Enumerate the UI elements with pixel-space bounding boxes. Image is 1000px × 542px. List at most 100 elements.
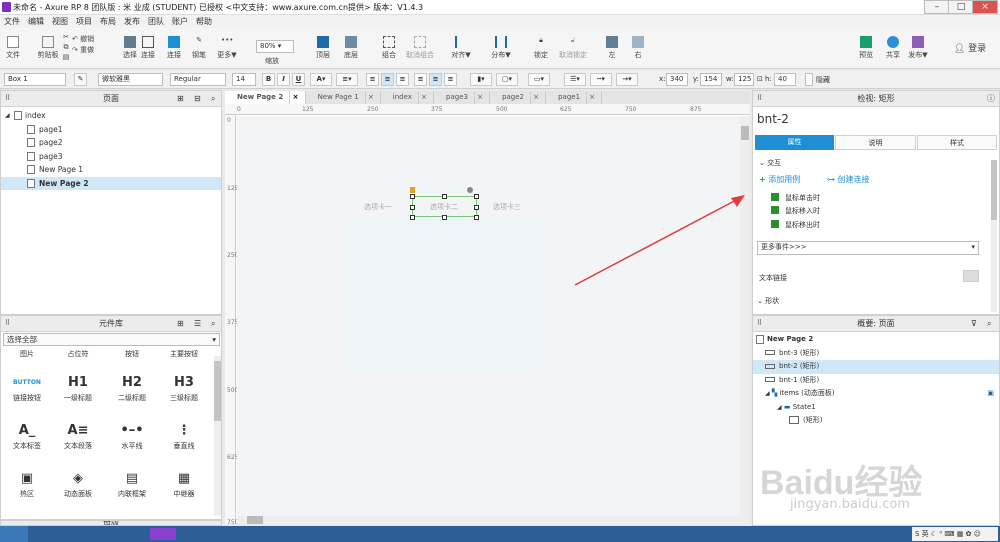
preview-button[interactable]: 预览 xyxy=(856,36,876,60)
outline-item-rect[interactable]: (矩形) xyxy=(753,414,999,428)
left-panel-button[interactable]: 左 xyxy=(604,36,620,60)
library-item-10[interactable]: ▤ 内联框架 xyxy=(112,469,152,499)
lock-button[interactable]: 🔒︎ 锁定 xyxy=(530,36,552,60)
menu-account[interactable]: 账户 xyxy=(168,15,192,28)
outline-item-bnt-3[interactable]: bnt-3 (矩形) xyxy=(753,347,999,361)
widget-name[interactable]: bnt-2 xyxy=(757,112,789,126)
tree-item-index[interactable]: ◢ index xyxy=(1,109,221,123)
pen-tool-button[interactable]: ✎ 钢笔 xyxy=(190,36,208,60)
clipboard-button[interactable]: 剪贴板 xyxy=(36,36,60,60)
shadow-button[interactable]: ▢▾ xyxy=(496,73,518,86)
tree-item-page1[interactable]: page1 xyxy=(1,123,221,137)
tab-button-2-selected[interactable]: 选项卡二 xyxy=(412,196,477,217)
resize-handle[interactable] xyxy=(474,215,479,220)
library-item-11[interactable]: ▦ 中继器 xyxy=(164,469,204,499)
outline-item-bnt-2[interactable]: bnt-2 (矩形) xyxy=(753,360,999,374)
undo-button[interactable]: ↶ 撤销 xyxy=(72,34,100,44)
connect-tool-button[interactable]: 连接 xyxy=(139,36,157,60)
copy-icon[interactable]: ⧉ xyxy=(62,43,70,52)
info-icon[interactable]: ⓘ xyxy=(987,91,995,106)
event-on-click[interactable]: 鼠标单击时 xyxy=(771,193,820,203)
valign-top-button[interactable]: ≡ xyxy=(414,73,427,86)
panel-state-icon[interactable]: ▣ xyxy=(987,387,994,400)
tab-new-page-1[interactable]: New Page 1 × xyxy=(306,91,381,104)
library-scrollbar[interactable] xyxy=(214,356,221,516)
tab-index[interactable]: index × xyxy=(381,91,435,104)
collapse-icon[interactable]: ◢ xyxy=(777,404,782,411)
bold-button[interactable]: B xyxy=(262,73,275,86)
vertical-scrollbar[interactable] xyxy=(740,116,750,524)
line-style-button[interactable]: ┅▾ xyxy=(590,73,612,86)
maximize-button[interactable]: □ xyxy=(948,0,974,14)
design-canvas[interactable]: 0 125 250 375 500 625 750 875 0 125 250 … xyxy=(225,104,750,526)
italic-button[interactable]: I xyxy=(277,73,290,86)
file-button[interactable]: 文件 xyxy=(4,36,22,60)
tab-properties[interactable]: 属性 xyxy=(755,135,834,150)
redo-button[interactable]: ↷ 重做 xyxy=(72,45,100,55)
collapse-icon[interactable]: ◢ xyxy=(765,390,770,397)
library-item-image[interactable]: 图片 xyxy=(7,349,47,359)
font-size-select[interactable]: 14 xyxy=(232,73,256,86)
library-item-button[interactable]: 按钮 xyxy=(112,349,152,359)
underline-button[interactable]: U xyxy=(292,73,305,86)
fill-color-button[interactable]: ▮▾ xyxy=(470,73,492,86)
menu-project[interactable]: 项目 xyxy=(72,15,96,28)
share-button[interactable]: 共享 xyxy=(883,36,903,60)
more-tools-button[interactable]: ••• 更多▼ xyxy=(215,36,239,60)
right-panel-button[interactable]: 右 xyxy=(630,36,646,60)
y-input[interactable]: 154 xyxy=(700,73,722,86)
start-button[interactable] xyxy=(0,526,28,542)
tree-item-page2[interactable]: page2 xyxy=(1,136,221,150)
resize-handle[interactable] xyxy=(442,215,447,220)
tab-button-3[interactable]: 选项卡三 xyxy=(493,202,521,212)
ime-toolbar[interactable]: S 英 ☾ ⁰ ⌨ ▦ ✿ ☺ xyxy=(912,527,998,541)
library-item-9[interactable]: ◈ 动态面板 xyxy=(58,469,98,499)
taskbar-app-icon[interactable] xyxy=(150,528,176,540)
rotate-handle[interactable] xyxy=(467,187,473,193)
ungroup-button[interactable]: 取消组合 xyxy=(402,36,438,60)
cut-icon[interactable]: ✂ xyxy=(62,33,70,41)
menu-edit[interactable]: 编辑 xyxy=(24,15,48,28)
menu-view[interactable]: 视图 xyxy=(48,15,72,28)
align-left-button[interactable]: ≡ xyxy=(366,73,379,86)
library-add-icon[interactable]: ⊞ xyxy=(177,316,184,331)
send-to-bottom-button[interactable]: 底层 xyxy=(340,36,362,60)
outline-item-items[interactable]: ◢ ▚ items (动态面板) ▣ xyxy=(753,387,999,401)
menu-layout[interactable]: 布局 xyxy=(96,15,120,28)
more-events-select[interactable]: 更多事件>>> ▾ xyxy=(757,241,979,255)
bring-to-top-button[interactable]: 顶层 xyxy=(312,36,334,60)
list-button[interactable]: ≡▾ xyxy=(336,73,358,86)
valign-bottom-button[interactable]: ≡ xyxy=(444,73,457,86)
paste-icon[interactable]: ▤ xyxy=(62,53,70,61)
library-item-3[interactable]: H3 三级标题 xyxy=(164,373,204,403)
connect-button[interactable]: 连接 xyxy=(165,36,183,60)
add-page-icon[interactable]: ⊞ xyxy=(177,91,184,106)
menu-publish[interactable]: 发布 xyxy=(120,15,144,28)
event-on-mouse-enter[interactable]: 鼠标移入时 xyxy=(771,206,820,216)
search-icon[interactable]: ⌕ xyxy=(211,91,215,106)
library-item-5[interactable]: A≡ 文本段落 xyxy=(58,421,98,451)
menu-file[interactable]: 文件 xyxy=(0,15,24,28)
style-edit-icon[interactable]: ✎ xyxy=(74,73,87,86)
library-item-6[interactable]: •–• 水平线 xyxy=(112,421,152,451)
valign-middle-button[interactable]: ≡ xyxy=(429,73,442,86)
unlock-button[interactable]: 🔓︎ 取消锁定 xyxy=(556,36,590,60)
resize-handle[interactable] xyxy=(442,194,447,199)
font-color-button[interactable]: A▾ xyxy=(310,73,332,86)
create-link-link[interactable]: ⊶ 创建连接 xyxy=(827,174,870,185)
library-item-placeholder[interactable]: 占位符 xyxy=(58,349,98,359)
text-link-button[interactable] xyxy=(963,270,979,282)
tab-page2[interactable]: page2 × xyxy=(490,91,547,104)
tab-style[interactable]: 样式 xyxy=(917,135,997,150)
library-item-8[interactable]: ▣ 热区 xyxy=(7,469,47,499)
tree-item-new-page-2[interactable]: New Page 2 xyxy=(1,176,221,190)
arrow-style-button[interactable]: →▾ xyxy=(616,73,638,86)
w-input[interactable]: 125 xyxy=(734,73,754,86)
library-item-7[interactable]: ⋮ 垂直线 xyxy=(164,421,204,451)
items-dynamic-panel[interactable] xyxy=(347,217,542,372)
distribute-button[interactable]: 分布▼ xyxy=(488,36,514,60)
resize-handle[interactable] xyxy=(410,194,415,199)
font-family-select[interactable]: 微软雅黑 xyxy=(98,73,163,86)
resize-handle[interactable] xyxy=(474,194,479,199)
interaction-section[interactable]: ⌄ 交互 xyxy=(759,158,781,168)
